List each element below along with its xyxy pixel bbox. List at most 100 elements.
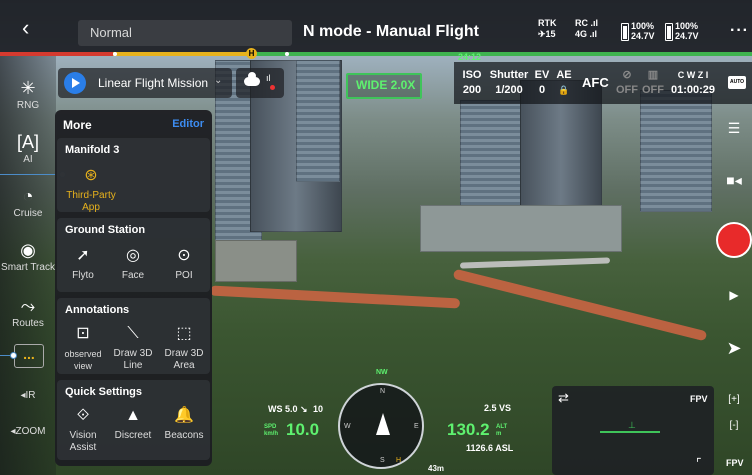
smart-track-button[interactable]: ◉ Smart Track [0,240,56,274]
progress-marker [285,52,289,56]
third-party-app-button[interactable]: ⊛ Third-Party App [61,166,121,214]
eye-icon: ◎ [126,247,140,264]
section-title: Quick Settings [65,386,143,398]
observed-view-button[interactable]: ⊡ observed view [59,324,107,372]
video-camera-icon[interactable]: ■◂ [716,172,752,189]
draw-3d-area-button[interactable]: ⬚ Draw 3D Area [160,324,208,372]
battery-1-pct: 100% [631,21,655,31]
shutter-value: 1/200 [495,84,523,96]
shutter-setting[interactable]: Shutter 1/200 [488,68,530,98]
rc-status[interactable]: RC .ıl 4G .ıl [575,18,598,40]
building [640,90,712,212]
cloud-icon [244,72,260,86]
iso-value: 200 [462,84,482,96]
vision-assist-button[interactable]: ⟐ Vision Assist [59,406,107,454]
chevron-down-icon: ⌄ [214,75,223,86]
draw-area-icon: ⬚ [176,325,192,342]
zoom-badge-label: WIDE 2.0X [356,78,416,92]
editor-button[interactable]: Editor [172,118,204,130]
ir-button[interactable]: ◂IR [0,390,56,401]
setting-off-1[interactable]: ⊘ OFF [616,68,638,98]
wind-speed: WS 5.0 ↘ [268,404,308,414]
sliders-icon[interactable]: ☰ [716,120,752,137]
zoom-badge[interactable]: WIDE 2.0X [346,73,422,99]
signal-icon: ıl [266,73,271,83]
cruise-button[interactable]: ◔ Cruise [0,186,56,219]
rtk-count: 15 [545,29,556,39]
battery-2-volt: 24.7V [675,31,699,41]
face-button[interactable]: ◎ Face [109,246,157,282]
playback-icon[interactable]: ▶ [716,288,752,302]
discreet-button[interactable]: ▲ Discreet [109,406,157,442]
flyto-button[interactable]: ➚ Flyto [59,246,107,282]
routes-button[interactable]: ⤳ Routes [0,296,56,329]
ai-button[interactable]: [A] AI [0,132,56,165]
fpv-toggle[interactable]: FPV [726,458,744,468]
altitude-value: 130.2 [447,420,490,439]
connector-dot [10,352,17,359]
status-dot [270,85,275,90]
rtk-status[interactable]: RTK ✈15 [538,18,557,40]
vertical-speed: 2.5 VS [484,403,512,413]
home-marker: H [246,48,257,59]
camera-settings-bar[interactable]: ISO 200 Shutter 1/200 EV 0 AE 🔒 AFC ⊘ OFF ▥ OF… [454,62,752,104]
swap-icon[interactable]: ⇄ [558,390,569,406]
corner-icon[interactable]: ⌜ [696,456,702,470]
ae-setting[interactable]: AE 🔒 [554,68,574,98]
play-icon[interactable] [64,72,86,94]
ev-setting[interactable]: EV 0 [534,68,550,98]
section-title: Annotations [65,304,130,316]
battery-2-pct: 100% [675,21,699,31]
smart-track-icon: ◉ [20,240,36,260]
zoom-button[interactable]: ◂ZOOM [0,426,56,437]
beacons-button[interactable]: 🔔 Beacons [160,406,208,442]
horizon-line [600,431,660,433]
af-mode[interactable]: AFC [582,75,609,90]
draw-3d-line-button[interactable]: ⟍ Draw 3D Line [109,324,157,372]
routes-icon: ⤳ [20,296,36,316]
poi-button[interactable]: ⊙ POI [160,246,208,282]
battery-2[interactable]: 100% 24.7V [665,21,699,41]
cloud-status[interactable]: ıl [236,68,284,98]
ev-value: 0 [538,84,546,96]
flyto-icon: ➚ [76,247,90,264]
camera-auto-icon[interactable]: AUTO [728,76,746,89]
battery-icon [665,23,673,41]
road [459,257,611,269]
zoom-in-icon[interactable]: [+] [716,394,752,405]
progress-marker [113,52,117,56]
rng-button[interactable]: ✳ RNG [0,78,56,111]
battery-1-volt: 24.7V [631,31,655,41]
compass-north: N [380,388,386,395]
rtk-label: RTK [538,18,557,28]
signal-icon: .ıl [590,18,599,28]
annotations-section: Annotations ⊡ observed view ⟍ Draw 3D Line… [57,298,210,374]
record-button[interactable] [716,222,752,258]
mission-selector[interactable]: Linear Flight Mission ⌄ [58,68,232,98]
building [420,205,622,252]
iso-label: ISO [462,69,482,81]
lock-icon: 🔒 [558,85,570,95]
discreet-icon: ▲ [125,407,141,424]
iso-setting[interactable]: ISO 200 [460,68,484,98]
attitude-marker: ⊥ [628,420,636,430]
setting-off-2[interactable]: ▥ OFF [642,68,664,98]
more-button[interactable]: ... [14,344,44,368]
mode-selector[interactable]: Normal [78,20,292,46]
more-dots: ... [23,346,35,362]
zoom-out-icon[interactable]: [-] [716,420,752,431]
record-time: 01:00:29 [670,84,716,96]
ev-label: EV [534,69,550,81]
more-panel-title: More [63,118,92,132]
building [215,240,297,282]
item-label: Flyto [72,270,94,281]
ellipsis-icon[interactable]: ··· [730,22,749,40]
chevron-left-icon[interactable]: ‹ [22,17,29,39]
battery-1[interactable]: 100% 24.7V [621,21,655,41]
navigation-arrow-icon[interactable]: ➤ [716,338,752,359]
item-label: Third-Party App [66,190,116,213]
compass-south: S [380,457,385,464]
compass[interactable]: N S E W H [338,383,424,469]
satellite-icon: ✈ [538,29,546,39]
storage-status[interactable]: C W Z I 01:00:29 [668,68,718,98]
